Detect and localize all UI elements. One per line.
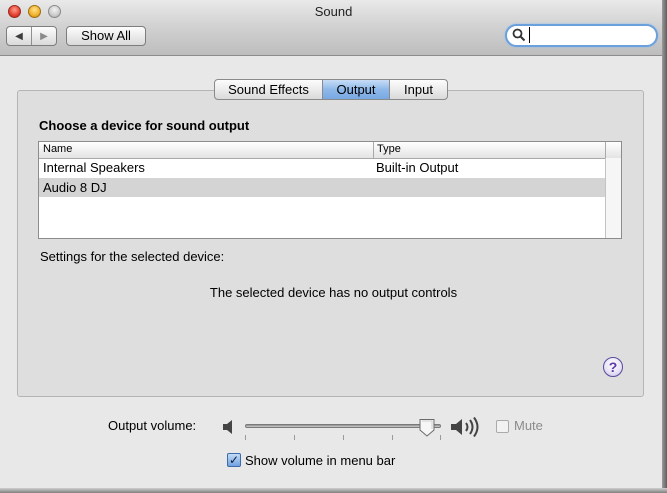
- sound-preferences-window: Sound ◀ ▶ Show All Sound Effects Output …: [0, 0, 667, 493]
- column-header-name[interactable]: Name: [43, 143, 373, 155]
- pane-tabs: Sound Effects Output Input: [214, 79, 448, 100]
- output-volume-label: Output volume:: [108, 418, 197, 433]
- output-heading: Choose a device for sound output: [39, 118, 250, 133]
- table-scrollbar[interactable]: [605, 158, 621, 238]
- slider-tick: [343, 435, 344, 440]
- device-table: Name Type Internal Speakers Built-in Out…: [38, 141, 622, 239]
- window-edge-right: [662, 0, 667, 493]
- search-icon: [512, 28, 526, 42]
- column-header-type[interactable]: Type: [373, 142, 605, 158]
- slider-tick: [392, 435, 393, 440]
- table-header: Name Type: [39, 142, 621, 159]
- output-volume-slider[interactable]: [243, 418, 443, 444]
- tab-input[interactable]: Input: [390, 80, 447, 99]
- forward-button[interactable]: ▶: [32, 27, 56, 45]
- device-type-cell: Built-in Output: [376, 160, 459, 175]
- back-forward-group: ◀ ▶: [6, 26, 57, 46]
- slider-tick: [440, 435, 441, 440]
- output-panel: [17, 90, 644, 397]
- device-name-cell: Internal Speakers: [43, 160, 145, 175]
- settings-label: Settings for the selected device:: [40, 249, 225, 264]
- mute-checkbox[interactable]: [496, 420, 509, 433]
- back-button[interactable]: ◀: [7, 27, 32, 45]
- show-volume-label[interactable]: Show volume in menu bar: [245, 453, 395, 468]
- tab-output[interactable]: Output: [323, 80, 390, 99]
- speaker-low-icon[interactable]: [221, 418, 237, 436]
- slider-track: [245, 424, 441, 428]
- show-volume-checkbox[interactable]: ✓: [227, 453, 241, 467]
- help-icon[interactable]: ?: [603, 357, 623, 377]
- table-row[interactable]: Internal Speakers Built-in Output: [39, 158, 606, 177]
- window-title: Sound: [314, 4, 353, 19]
- search-input[interactable]: [529, 27, 653, 43]
- table-corner: [605, 142, 621, 158]
- device-name-cell: Audio 8 DJ: [43, 180, 107, 195]
- search-field[interactable]: [505, 24, 658, 47]
- mute-label[interactable]: Mute: [514, 418, 543, 433]
- show-all-button[interactable]: Show All: [66, 26, 146, 46]
- no-controls-message: The selected device has no output contro…: [209, 285, 458, 300]
- slider-thumb[interactable]: [419, 418, 435, 437]
- tab-sound-effects[interactable]: Sound Effects: [215, 80, 323, 99]
- table-row-selected[interactable]: Audio 8 DJ: [39, 178, 606, 197]
- window-edge-bottom: [0, 488, 667, 493]
- speaker-high-icon[interactable]: [450, 416, 482, 438]
- title-toolbar: Sound ◀ ▶ Show All: [0, 0, 667, 56]
- slider-tick: [245, 435, 246, 440]
- slider-tick: [294, 435, 295, 440]
